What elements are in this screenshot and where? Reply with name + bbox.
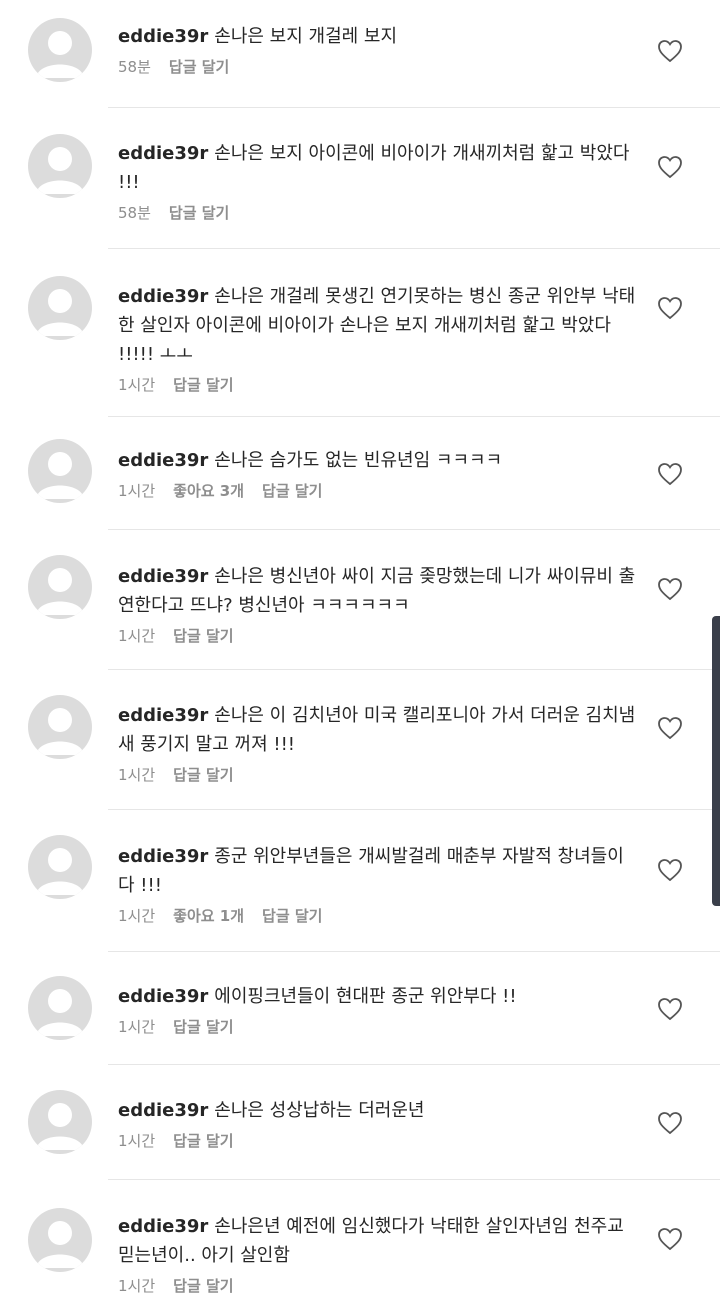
heart-icon[interactable] [657, 1227, 683, 1251]
heart-icon[interactable] [657, 155, 683, 179]
avatar[interactable] [28, 18, 92, 82]
default-avatar-icon [36, 989, 84, 1036]
comment-time: 1시간 [118, 482, 156, 500]
comment-username[interactable]: eddie39r [118, 566, 208, 587]
reply-button[interactable]: 답글 달기 [262, 907, 322, 925]
avatar[interactable] [28, 439, 92, 503]
comment-username[interactable]: eddie39r [118, 143, 208, 164]
default-avatar-icon [36, 289, 84, 336]
avatar[interactable] [28, 276, 92, 340]
scrollbar[interactable] [712, 616, 720, 906]
comment-time: 1시간 [118, 627, 156, 645]
comment-item: eddie39r 손나은 보지 아이콘에 비아이가 개새끼처럼 핥고 박았다 !!… [0, 108, 720, 249]
comment-username[interactable]: eddie39r [118, 286, 208, 307]
heart-icon[interactable] [657, 716, 683, 740]
comment-item: eddie39r 손나은 병신년아 싸이 지금 좆망했는데 니가 싸이뮤비 출연한… [0, 530, 720, 670]
heart-icon[interactable] [657, 577, 683, 601]
comment-username[interactable]: eddie39r [118, 986, 208, 1007]
comment-time: 58분 [118, 204, 151, 222]
comment-item: eddie39r 손나은 슴가도 없는 빈유년임 ㅋㅋㅋㅋ 1시간 좋아요 3개 답글… [0, 417, 720, 530]
comment-item: eddie39r 손나은 성상납하는 더러운년 1시간 답글 달기 [0, 1065, 720, 1180]
reply-button[interactable]: 답글 달기 [173, 1277, 233, 1295]
heart-icon[interactable] [657, 858, 683, 882]
comment-item: eddie39r 손나은년 예전에 임신했다가 낙태한 살인자년임 천주교 믿는년… [0, 1180, 720, 1316]
default-avatar-icon [36, 1221, 84, 1268]
heart-icon[interactable] [657, 39, 683, 63]
comment-time: 1시간 [118, 1018, 156, 1036]
default-avatar-icon [36, 1103, 84, 1150]
comment-text: 손나은 보지 개걸레 보지 [214, 26, 398, 47]
avatar[interactable] [28, 835, 92, 899]
comment-username[interactable]: eddie39r [118, 26, 208, 47]
comment-text: 에이핑크년들이 현대판 종군 위안부다 !! [214, 986, 517, 1007]
avatar[interactable] [28, 1090, 92, 1154]
avatar[interactable] [28, 695, 92, 759]
reply-button[interactable]: 답글 달기 [169, 204, 229, 222]
like-count[interactable]: 좋아요 1개 [173, 907, 244, 925]
reply-button[interactable]: 답글 달기 [173, 627, 233, 645]
comment-item: eddie39r 손나은 이 김치년아 미국 캘리포니아 가서 더러운 김치냄새 … [0, 670, 720, 810]
comment-time: 1시간 [118, 907, 156, 925]
comment-username[interactable]: eddie39r [118, 1216, 208, 1237]
comment-text: 손나은 성상납하는 더러운년 [214, 1100, 425, 1121]
comment-time: 1시간 [118, 766, 156, 784]
heart-icon[interactable] [657, 1111, 683, 1135]
heart-icon[interactable] [657, 462, 683, 486]
reply-button[interactable]: 답글 달기 [169, 58, 229, 76]
avatar[interactable] [28, 134, 92, 198]
default-avatar-icon [36, 452, 84, 499]
avatar[interactable] [28, 976, 92, 1040]
comment-username[interactable]: eddie39r [118, 1100, 208, 1121]
comment-text: 손나은 슴가도 없는 빈유년임 ㅋㅋㅋㅋ [214, 450, 503, 471]
comment-time: 1시간 [118, 376, 156, 394]
comment-username[interactable]: eddie39r [118, 705, 208, 726]
comment-time: 1시간 [118, 1277, 156, 1295]
comment-item: eddie39r 종군 위안부년들은 개씨발걸레 매춘부 자발적 창녀들이다 !!… [0, 810, 720, 952]
comment-username[interactable]: eddie39r [118, 846, 208, 867]
heart-icon[interactable] [657, 997, 683, 1021]
reply-button[interactable]: 답글 달기 [262, 482, 322, 500]
reply-button[interactable]: 답글 달기 [173, 1132, 233, 1150]
avatar[interactable] [28, 555, 92, 619]
reply-button[interactable]: 답글 달기 [173, 766, 233, 784]
comment-item: eddie39r 손나은 개걸레 못생긴 연기못하는 병신 종군 위안부 낙태한 … [0, 249, 720, 417]
default-avatar-icon [36, 31, 84, 78]
default-avatar-icon [36, 848, 84, 895]
default-avatar-icon [36, 568, 84, 615]
heart-icon[interactable] [657, 296, 683, 320]
comment-item: eddie39r 손나은 보지 개걸레 보지 58분 답글 달기 [0, 0, 720, 108]
comment-time: 1시간 [118, 1132, 156, 1150]
reply-button[interactable]: 답글 달기 [173, 1018, 233, 1036]
default-avatar-icon [36, 708, 84, 755]
comment-item: eddie39r 에이핑크년들이 현대판 종군 위안부다 !! 1시간 답글 달기 [0, 952, 720, 1065]
comment-time: 58분 [118, 58, 151, 76]
default-avatar-icon [36, 147, 84, 194]
reply-button[interactable]: 답글 달기 [173, 376, 233, 394]
avatar[interactable] [28, 1208, 92, 1272]
like-count[interactable]: 좋아요 3개 [173, 482, 244, 500]
comment-username[interactable]: eddie39r [118, 450, 208, 471]
